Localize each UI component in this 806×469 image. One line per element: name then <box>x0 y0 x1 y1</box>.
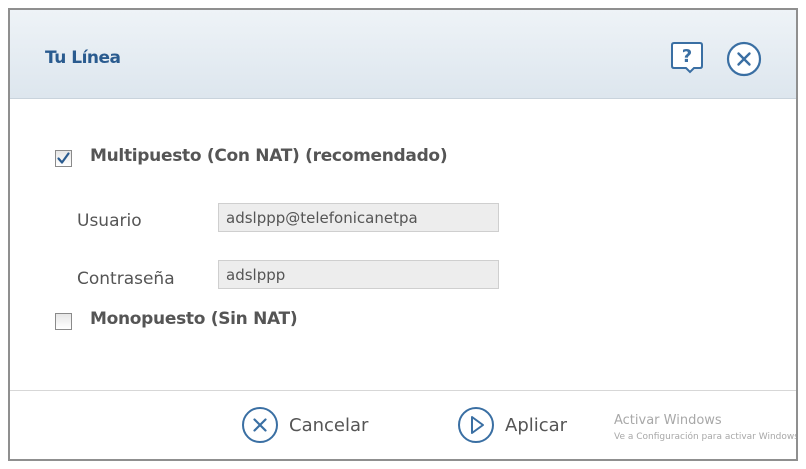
contrasena-label: Contraseña <box>77 269 175 289</box>
usuario-input[interactable] <box>218 203 499 232</box>
activation-watermark-subtitle: Ve a Configuración para activar Windows <box>614 432 798 442</box>
activation-watermark-title: Activar Windows <box>614 413 722 428</box>
help-button[interactable]: ? <box>670 40 704 74</box>
monopuesto-checkbox[interactable] <box>55 313 72 330</box>
dialog-footer: Cancelar Aplicar Activar Windows Ve a Co… <box>10 391 796 459</box>
apply-icon <box>458 407 494 443</box>
svg-text:?: ? <box>682 46 692 67</box>
dialog-title: Tu Línea <box>45 48 121 68</box>
multipuesto-label[interactable]: Multipuesto (Con NAT) (recomendado) <box>90 146 448 166</box>
contrasena-input[interactable] <box>218 260 499 289</box>
close-button[interactable] <box>726 41 762 77</box>
multipuesto-checkbox[interactable] <box>55 150 72 167</box>
help-icon: ? <box>671 42 703 74</box>
checkmark-icon <box>57 152 70 164</box>
close-icon <box>726 41 762 77</box>
cancel-button[interactable]: Cancelar <box>241 405 368 445</box>
usuario-label: Usuario <box>77 211 142 231</box>
cancel-label: Cancelar <box>289 414 369 436</box>
monopuesto-label[interactable]: Monopuesto (Sin NAT) <box>90 309 298 329</box>
dialog-header: Tu Línea ? <box>10 10 796 99</box>
apply-label: Aplicar <box>505 414 568 436</box>
tu-linea-dialog: Tu Línea ? Multipuesto (Con NAT) (recome… <box>8 8 798 461</box>
cancel-icon <box>242 407 278 443</box>
apply-button[interactable]: Aplicar <box>457 405 567 445</box>
